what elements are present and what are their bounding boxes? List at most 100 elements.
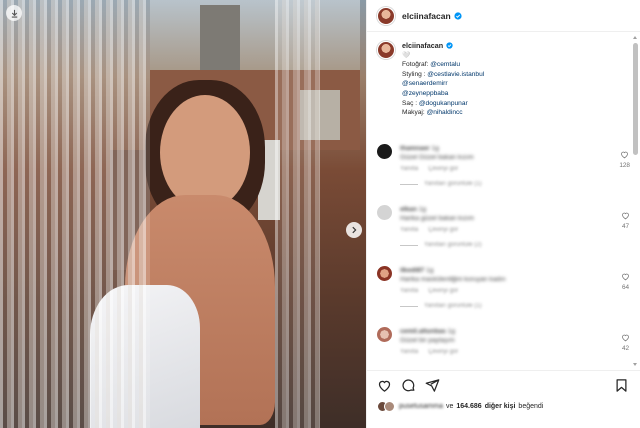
comment-like: 47	[621, 211, 630, 230]
comment-text: Harika güzel bakan kızım	[400, 215, 475, 222]
caption-label: Styling :	[402, 70, 428, 78]
post-side-panel: elciinafacan elciinafacan 🤍 Fotoğraf: @c…	[366, 0, 640, 428]
heart-icon[interactable]	[621, 211, 630, 220]
mention-link[interactable]: @zeyneppbaba	[402, 90, 448, 97]
reply-link[interactable]: Yanıtla	[400, 287, 418, 296]
reply-link[interactable]: Yanıtla	[400, 165, 418, 174]
mention-link[interactable]: @cestlavie.istanbul	[427, 71, 484, 78]
comments-scroll-area[interactable]: elciinafacan 🤍 Fotoğraf: @cemtalu Stylin…	[367, 33, 640, 369]
view-replies-link[interactable]: Yanıtları görüntüle (2)	[424, 241, 482, 250]
chevron-right-icon	[352, 226, 357, 234]
others-label[interactable]: diğer kişi	[485, 403, 516, 410]
avatar	[384, 401, 395, 412]
scrollbar-thumb[interactable]	[633, 43, 638, 155]
comment: cemil.altunbas 1g Güzel bir paylaşım Yan…	[377, 327, 616, 357]
caption: elciinafacan 🤍 Fotoğraf: @cemtalu Stylin…	[367, 33, 640, 118]
scroll-up-arrow[interactable]	[633, 36, 637, 39]
caption-line: Makyaj: @nihaldincc	[402, 108, 484, 118]
sky-area	[150, 0, 360, 70]
reply-link[interactable]: Yanıtla	[400, 348, 418, 357]
post-header: elciinafacan	[367, 0, 640, 32]
translate-link[interactable]: Çeviriyi gör	[428, 348, 458, 357]
comment-body: ilkedi87 1g Harika maskülenliğini koruya…	[400, 266, 506, 311]
comment-text: Harika maskülenliğini koruyan kadın	[400, 276, 506, 283]
face	[160, 95, 250, 210]
heart-icon[interactable]	[621, 272, 630, 281]
comment-age: 1g	[426, 267, 434, 274]
comment-like: 128	[619, 150, 630, 169]
mention-link[interactable]: @nihaldincc	[427, 109, 463, 116]
comment-username[interactable]: thamnaer	[400, 145, 430, 152]
caption-line: @senaerdemirr	[402, 79, 484, 89]
comment-username[interactable]: elkan	[400, 206, 417, 213]
liker-username[interactable]: pusetusamma	[399, 403, 443, 410]
comment-user-line: elkan 1g	[400, 205, 482, 214]
post-actions	[367, 370, 640, 400]
avatar[interactable]	[377, 6, 395, 25]
comment-age: 1g	[431, 145, 439, 152]
tower	[200, 5, 240, 75]
caption-label: Saç :	[402, 99, 419, 107]
comment-like-count: 64	[621, 284, 630, 291]
comment-like-count: 128	[619, 162, 630, 169]
caption-symbol: 🤍	[402, 51, 411, 59]
comment-username[interactable]: ilkedi87	[400, 267, 424, 274]
scroll-down-arrow[interactable]	[633, 363, 637, 366]
heart-icon[interactable]	[377, 378, 393, 394]
view-replies-link[interactable]: Yanıtları görüntüle (1)	[424, 302, 482, 311]
mention-link[interactable]: @dogukanpunar	[419, 100, 468, 107]
likes-count[interactable]: 164.686	[456, 403, 481, 410]
comment-like: 42	[621, 333, 630, 352]
mention-link[interactable]: @cemtalu	[430, 61, 460, 68]
comment-user-line: cemil.altunbas 1g	[400, 327, 458, 336]
comment-text: Güzel Güzel bakan kızım	[400, 154, 474, 161]
comment-like: 64	[621, 272, 630, 291]
share-icon[interactable]	[425, 378, 441, 394]
avatar[interactable]	[377, 327, 392, 342]
translate-link[interactable]: Çeviriyi gör	[428, 287, 458, 296]
caption-label: Makyaj:	[402, 109, 427, 117]
comment-icon[interactable]	[401, 378, 417, 394]
comment-like-count: 42	[621, 345, 630, 352]
avatar[interactable]	[377, 144, 392, 159]
comment: thamnaer 1g Güzel Güzel bakan kızım Yanı…	[377, 144, 616, 189]
comment-user-line: ilkedi87 1g	[400, 266, 506, 275]
curtain-right	[275, 0, 320, 428]
avatar[interactable]	[377, 205, 392, 220]
comment-body: thamnaer 1g Güzel Güzel bakan kızım Yanı…	[400, 144, 482, 189]
comment-body: elkan 1g Harika güzel bakan kızım Yanıtl…	[400, 205, 482, 250]
likes-summary: pusetusamma ve 164.686 diğer kişi beğend…	[377, 401, 630, 412]
bookmark-icon[interactable]	[614, 378, 630, 394]
instagram-post-view: elciinafacan elciinafacan 🤍 Fotoğraf: @c…	[0, 0, 640, 428]
heart-icon[interactable]	[621, 333, 630, 342]
liked-suffix: beğendi	[518, 403, 544, 410]
translate-link[interactable]: Çeviriyi gör	[428, 226, 458, 235]
view-replies-link[interactable]: Yanıtları görüntüle (1)	[424, 180, 482, 189]
download-icon[interactable]	[6, 5, 22, 21]
verified-badge-icon	[446, 42, 454, 50]
caption-line: Saç : @dogukanpunar	[402, 99, 484, 109]
mention-link[interactable]: @senaerdemirr	[402, 80, 448, 87]
avatar[interactable]	[377, 41, 395, 59]
header-username[interactable]: elciinafacan	[402, 11, 451, 21]
caption-line: @zeyneppbaba	[402, 89, 484, 99]
comment-username[interactable]: cemil.altunbas	[400, 328, 446, 335]
translate-link[interactable]: Çeviriyi gör	[428, 165, 458, 174]
reply-link[interactable]: Yanıtla	[400, 226, 418, 235]
comment-age: 1g	[447, 328, 455, 335]
caption-line: Fotoğraf: @cemtalu	[402, 60, 484, 70]
comment-user-line: thamnaer 1g	[400, 144, 482, 153]
caption-username[interactable]: elciinafacan	[402, 41, 443, 51]
and-word: ve	[445, 403, 454, 410]
heart-icon[interactable]	[620, 150, 629, 159]
caption-label: Fotoğraf:	[402, 61, 431, 69]
comment-like-count: 47	[621, 223, 630, 230]
comment: ilkedi87 1g Harika maskülenliğini koruya…	[377, 266, 616, 311]
avatar[interactable]	[377, 266, 392, 281]
comment-age: 1g	[418, 206, 427, 213]
next-photo-button[interactable]	[346, 222, 362, 238]
post-photo[interactable]	[0, 0, 366, 428]
curtain-left	[0, 0, 150, 428]
comment: elkan 1g Harika güzel bakan kızım Yanıtl…	[377, 205, 616, 250]
scrollbar[interactable]	[633, 36, 638, 366]
